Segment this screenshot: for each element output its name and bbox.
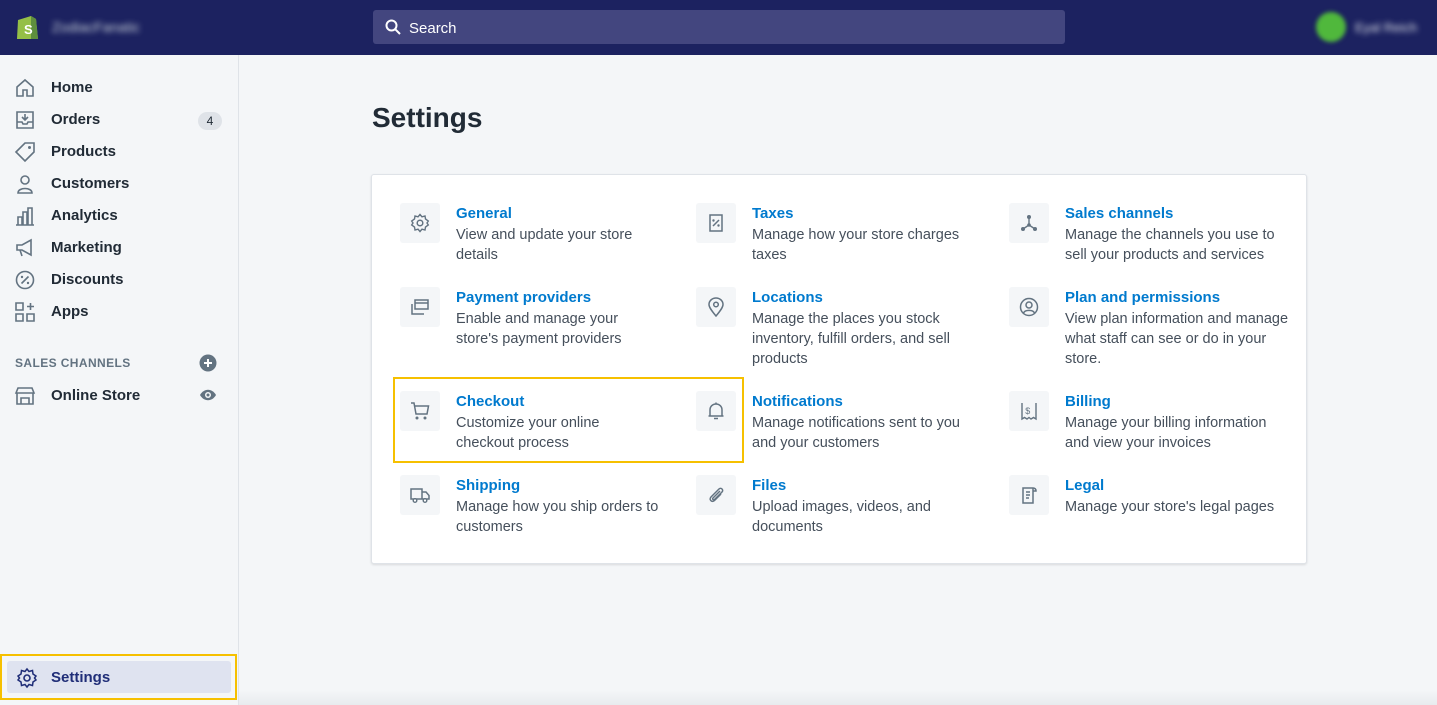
- truck-icon: [410, 488, 430, 503]
- sidebar-item-label: Customers: [51, 175, 130, 192]
- sidebar-item-settings[interactable]: Settings: [7, 661, 231, 693]
- bottom-shadow: [239, 690, 1437, 705]
- megaphone-icon: [16, 238, 32, 257]
- tile-icon-box: [400, 203, 440, 243]
- search-icon: [385, 19, 401, 35]
- tile-title[interactable]: Files: [752, 477, 786, 494]
- legal-icon: [1022, 487, 1037, 504]
- location-pin-icon: [708, 297, 724, 317]
- tile-title[interactable]: Billing: [1065, 393, 1111, 410]
- person-icon: [17, 175, 33, 194]
- sidebar-item-label: Marketing: [51, 239, 122, 256]
- tile-icon-box: [1009, 203, 1049, 243]
- sidebar-item-marketing[interactable]: Marketing: [0, 231, 238, 263]
- sidebar-item-analytics[interactable]: Analytics: [0, 199, 238, 231]
- store-icon: [14, 387, 36, 405]
- sidebar-item-home[interactable]: Home: [0, 71, 238, 103]
- billing-icon: $: [1021, 403, 1037, 421]
- tile-icon-box: [1009, 287, 1049, 327]
- tile-icon-box: [400, 287, 440, 327]
- paperclip-icon: [709, 487, 724, 503]
- sidebar-item-label: Settings: [51, 669, 111, 686]
- tile-description: Enable and manage your store's payment p…: [456, 311, 622, 347]
- sidebar-item-orders[interactable]: Orders 4: [0, 103, 238, 135]
- sidebar: Home Orders 4 Products Customers Analyti…: [0, 55, 239, 705]
- tile-description: Manage the places you stock inventory, f…: [752, 311, 950, 367]
- sidebar-item-settings-highlight: Settings: [0, 654, 237, 700]
- user-name[interactable]: Eyal Reich: [1355, 20, 1417, 35]
- checkout-highlight-box: [393, 377, 744, 463]
- orders-icon: [16, 111, 34, 129]
- sidebar-item-label: Orders: [51, 111, 101, 128]
- tile-icon-box: $: [1009, 391, 1049, 431]
- sidebar-item-label: Discounts: [51, 271, 124, 288]
- tile-icon-box: [696, 203, 736, 243]
- tile-title[interactable]: Notifications: [752, 393, 843, 410]
- shopify-logo-icon[interactable]: S: [14, 13, 40, 41]
- tile-icon-box: [400, 475, 440, 515]
- tile-title[interactable]: General: [456, 205, 512, 222]
- settings-card: General View and update your store detai…: [371, 174, 1307, 564]
- tile-title[interactable]: Payment providers: [456, 289, 591, 306]
- eye-icon[interactable]: [199, 388, 217, 402]
- tile-icon-box: [1009, 475, 1049, 515]
- account-icon: [1019, 297, 1039, 317]
- search-placeholder: Search: [409, 20, 457, 37]
- tile-description: View plan information and manage what st…: [1065, 311, 1289, 367]
- sidebar-item-label: Online Store: [51, 387, 141, 404]
- apps-icon: [15, 302, 35, 322]
- bar-chart-icon: [16, 207, 34, 226]
- tile-title[interactable]: Legal: [1065, 477, 1104, 494]
- tile-title[interactable]: Sales channels: [1065, 205, 1173, 222]
- tile-description: View and update your store details: [456, 227, 633, 263]
- tile-title[interactable]: Taxes: [752, 205, 793, 222]
- sidebar-item-discounts[interactable]: Discounts: [0, 263, 238, 295]
- tile-icon-box: [696, 475, 736, 515]
- home-icon: [16, 78, 34, 97]
- tile-title[interactable]: Shipping: [456, 477, 520, 494]
- tile-title[interactable]: Plan and permissions: [1065, 289, 1220, 306]
- tile-description: Manage notifications sent to you and you…: [752, 415, 960, 451]
- gear-icon: [16, 667, 38, 689]
- store-name[interactable]: ZodiacFanatic: [52, 19, 140, 35]
- add-channel-icon[interactable]: [199, 354, 217, 372]
- tax-icon: [709, 214, 723, 232]
- tile-description: Upload images, videos, and documents: [752, 499, 931, 535]
- tile-description: Manage the channels you use to sell your…: [1065, 227, 1275, 263]
- sidebar-item-label: Analytics: [51, 207, 118, 224]
- search-input[interactable]: Search: [373, 10, 1065, 44]
- sidebar-item-label: Products: [51, 143, 117, 160]
- sales-channels-heading: SALES CHANNELS: [15, 356, 131, 370]
- tile-description: Manage your store's legal pages: [1065, 499, 1275, 515]
- tile-icon-box: [696, 287, 736, 327]
- top-bar: S ZodiacFanatic Search Eyal Reich: [0, 0, 1437, 55]
- discount-icon: [15, 270, 35, 290]
- payment-icon: [411, 299, 429, 315]
- page-title: Settings: [372, 102, 483, 133]
- orders-count-badge: 4: [198, 112, 222, 130]
- sidebar-item-label: Home: [51, 79, 93, 96]
- avatar[interactable]: [1316, 12, 1346, 42]
- gear-icon: [410, 213, 430, 233]
- tile-title[interactable]: Locations: [752, 289, 823, 306]
- sidebar-item-label: Apps: [51, 303, 89, 320]
- tile-description: Manage your billing information and view…: [1065, 415, 1267, 451]
- sidebar-item-apps[interactable]: Apps: [0, 295, 238, 327]
- tag-icon: [14, 142, 35, 163]
- channels-icon: [1021, 215, 1037, 231]
- svg-text:$: $: [1025, 406, 1030, 416]
- tile-description: Manage how you ship orders to customers: [456, 499, 659, 535]
- sidebar-item-customers[interactable]: Customers: [0, 167, 238, 199]
- tile-description: Manage how your store charges taxes: [752, 227, 960, 263]
- svg-text:S: S: [24, 22, 33, 37]
- sidebar-item-products[interactable]: Products: [0, 135, 238, 167]
